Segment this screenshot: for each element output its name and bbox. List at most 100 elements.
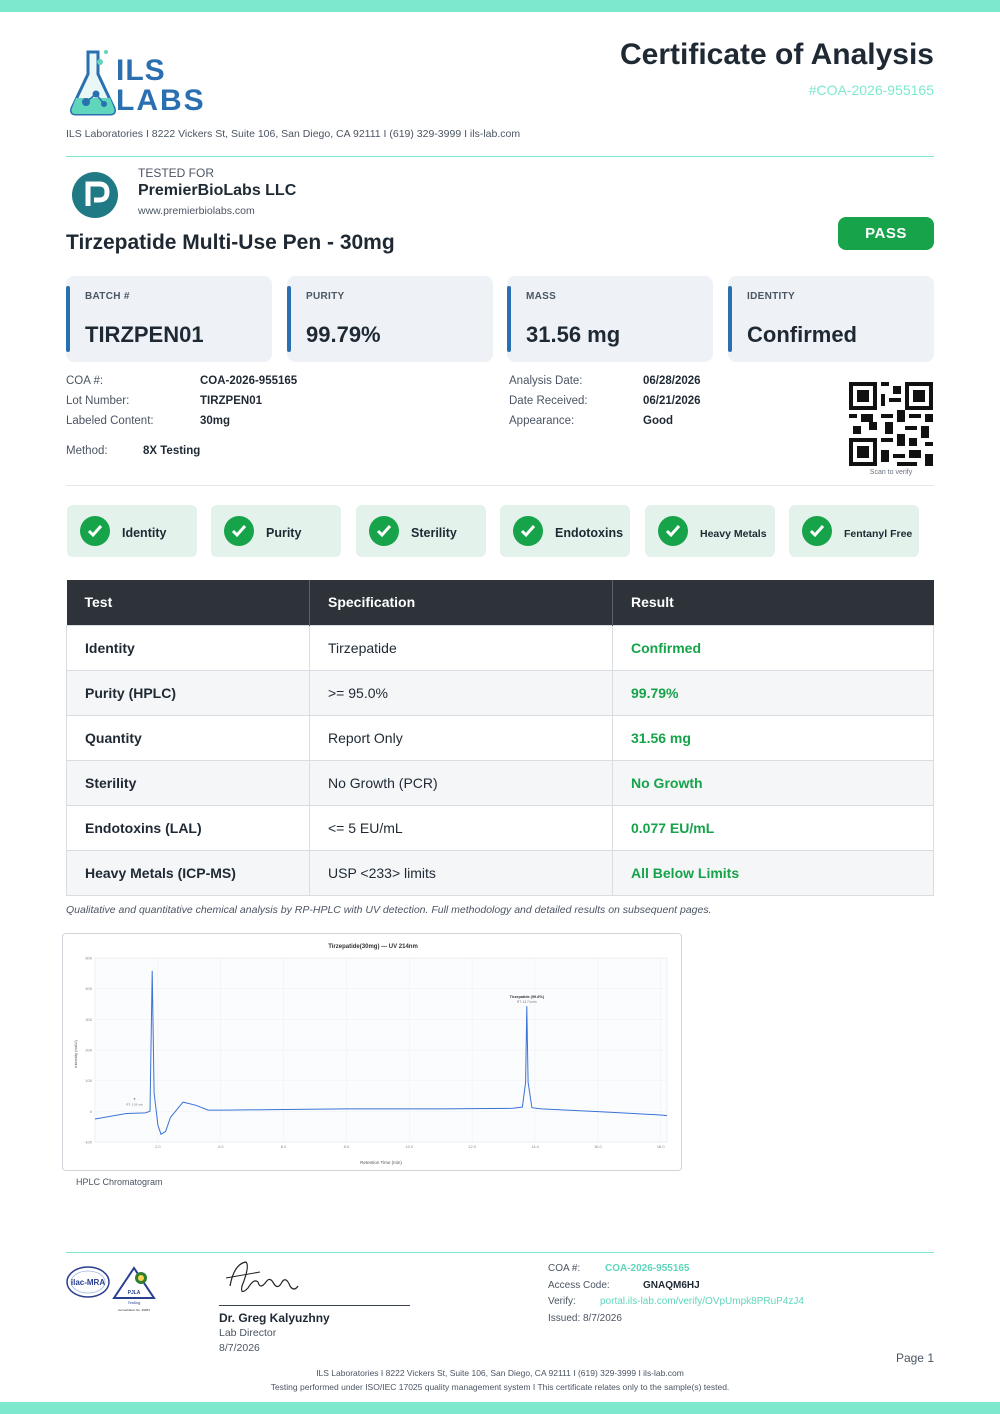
card-value: 31.56 mg	[526, 322, 621, 347]
verify-link[interactable]: portal.ils-lab.com/verify/OVpUmpk8PRuP4z…	[600, 1296, 804, 1307]
table-row: Quantity Report Only 31.56 mg	[66, 714, 934, 761]
y-tick-label: 0	[90, 1109, 93, 1114]
qr-caption: Scan to verify	[869, 469, 913, 476]
access-code-value: GNAQM6HJ	[643, 1280, 700, 1291]
card-value: Confirmed	[747, 322, 857, 347]
coa-label: COA #:	[66, 375, 104, 387]
labeled-content-value: 30mg	[200, 415, 231, 427]
chart-title: Tirzepatide(30mg) — UV 214nm	[328, 944, 418, 950]
x-tick-label: 10.0	[405, 1144, 414, 1149]
chip-label: Identity	[122, 526, 167, 540]
card-label: BATCH #	[85, 291, 130, 302]
cell-test: Heavy Metals (ICP-MS)	[66, 849, 310, 896]
chip-label: Purity	[266, 526, 302, 540]
accreditation-logos: ilac-MRA PJLA Testing Accreditation No. …	[66, 1266, 156, 1312]
qr-code-icon[interactable]	[849, 382, 933, 466]
top-accent-bar	[0, 0, 1000, 12]
footer-address: ILS Laboratories I 8222 Vickers St, Suit…	[316, 1368, 684, 1378]
client-logo	[72, 172, 118, 218]
cell-result: No Growth	[612, 759, 934, 806]
check-circle-icon	[224, 516, 254, 546]
y-tick-label: 200	[85, 1048, 92, 1053]
cell-spec: USP <233> limits	[309, 849, 613, 896]
card-accent-bar	[287, 286, 291, 352]
cell-test: Endotoxins (LAL)	[66, 804, 310, 851]
signer-role: Lab Director	[219, 1327, 277, 1339]
hplc-chromatogram: Tirzepatide(30mg) — UV 214nm 214nm Inten…	[62, 933, 682, 1171]
x-tick-label: 16.0	[594, 1144, 603, 1149]
logo-text-labs: LABS	[116, 84, 206, 117]
card-accent-bar	[507, 286, 511, 352]
x-tick-label: 2.0	[155, 1144, 161, 1149]
card-label: IDENTITY	[747, 291, 795, 302]
chromatogram-plot: Tirzepatide(30mg) — UV 214nm 214nm Inten…	[73, 944, 668, 1165]
methodology-note: Qualitative and quantitative chemical an…	[66, 904, 712, 916]
x-tick-label: 14.0	[531, 1144, 540, 1149]
method-value: 8X Testing	[143, 445, 201, 457]
table-header-row: Test Specification Result	[66, 580, 934, 625]
table-row: Purity (HPLC) >= 95.0% 99.79%	[66, 669, 934, 716]
pjla-accreditation-text: Accreditation No. 99953	[118, 1308, 150, 1312]
pjla-testing-text: Testing	[128, 1300, 141, 1305]
chip-label: Heavy Metals	[700, 528, 767, 540]
footer-coa-value: COA-2026-955165	[605, 1263, 690, 1274]
chip-label: Fentanyl Free	[844, 528, 913, 540]
x-tick-label: 8.0	[344, 1144, 350, 1149]
y-tick-label: 300	[85, 1017, 92, 1022]
summary-card-purity: PURITY 99.79%	[287, 276, 493, 362]
cell-spec: No Growth (PCR)	[309, 759, 613, 806]
document-title: Certificate of Analysis	[620, 38, 934, 71]
test-chip-identity: Identity	[67, 505, 197, 557]
bottom-accent-bar	[0, 1402, 1000, 1414]
table-row: Heavy Metals (ICP-MS) USP <233> limits A…	[66, 849, 934, 896]
y-tick-label: 400	[85, 986, 92, 991]
labeled-content-label: Labeled Content:	[66, 415, 154, 427]
cell-spec: Report Only	[309, 714, 613, 761]
signature-line	[219, 1305, 410, 1306]
main-peak-rt: RT: 13.74 min	[517, 1000, 537, 1004]
ilac-mra-text: ilac-MRA	[71, 1278, 105, 1287]
test-chip-purity: Purity	[211, 505, 341, 557]
cell-result: 0.077 EU/mL	[612, 804, 934, 851]
cell-test: Sterility	[66, 759, 310, 806]
column-header-specification: Specification	[309, 580, 613, 625]
card-accent-bar	[66, 286, 70, 352]
cell-test: Identity	[66, 624, 310, 671]
test-chip-heavy-metals: Heavy Metals	[645, 505, 775, 557]
chip-label: Sterility	[411, 526, 457, 540]
y-tick-label: -100	[84, 1140, 93, 1145]
card-accent-bar	[728, 286, 732, 352]
chip-label: Endotoxins	[555, 526, 624, 540]
page-number: Page 1	[895, 1351, 934, 1365]
access-code-label: Access Code:	[548, 1280, 610, 1291]
card-label: PURITY	[306, 291, 345, 302]
y-tick-label: 100	[85, 1078, 92, 1083]
main-peak-label: Tirzepatide (99.8%)	[510, 995, 545, 999]
lot-label: Lot Number:	[66, 395, 130, 407]
verify-label: Verify:	[548, 1296, 576, 1307]
summary-card-batch: BATCH # TIRZPEN01	[66, 276, 272, 362]
x-tick-label: 4.0	[218, 1144, 224, 1149]
test-chip-sterility: Sterility	[356, 505, 486, 557]
x-tick-label: 6.0	[281, 1144, 287, 1149]
pass-status-badge: PASS	[838, 217, 934, 250]
coa-number-header: #COA-2026-955165	[808, 82, 934, 98]
y-axis-label: Intensity (mAU)	[73, 1040, 78, 1068]
details-divider	[66, 485, 934, 486]
signer-date: 8/7/2026	[219, 1342, 260, 1354]
table-row: Identity Tirzepatide Confirmed	[66, 624, 934, 671]
cell-spec: <= 5 EU/mL	[309, 804, 613, 851]
cell-test: Quantity	[66, 714, 310, 761]
column-header-test: Test	[66, 580, 310, 625]
issued-value: 8/7/2026	[583, 1313, 622, 1324]
cell-result: All Below Limits	[612, 849, 934, 896]
check-circle-icon	[658, 516, 688, 546]
lot-value: TIRZPEN01	[200, 395, 262, 407]
summary-card-identity: IDENTITY Confirmed	[728, 276, 934, 362]
check-circle-icon	[513, 516, 543, 546]
issued-label: Issued:	[548, 1313, 581, 1324]
column-header-result: Result	[612, 580, 934, 625]
cell-spec: >= 95.0%	[309, 669, 613, 716]
client-name: PremierBioLabs LLC	[138, 182, 297, 199]
cell-spec: Tirzepatide	[309, 624, 613, 671]
